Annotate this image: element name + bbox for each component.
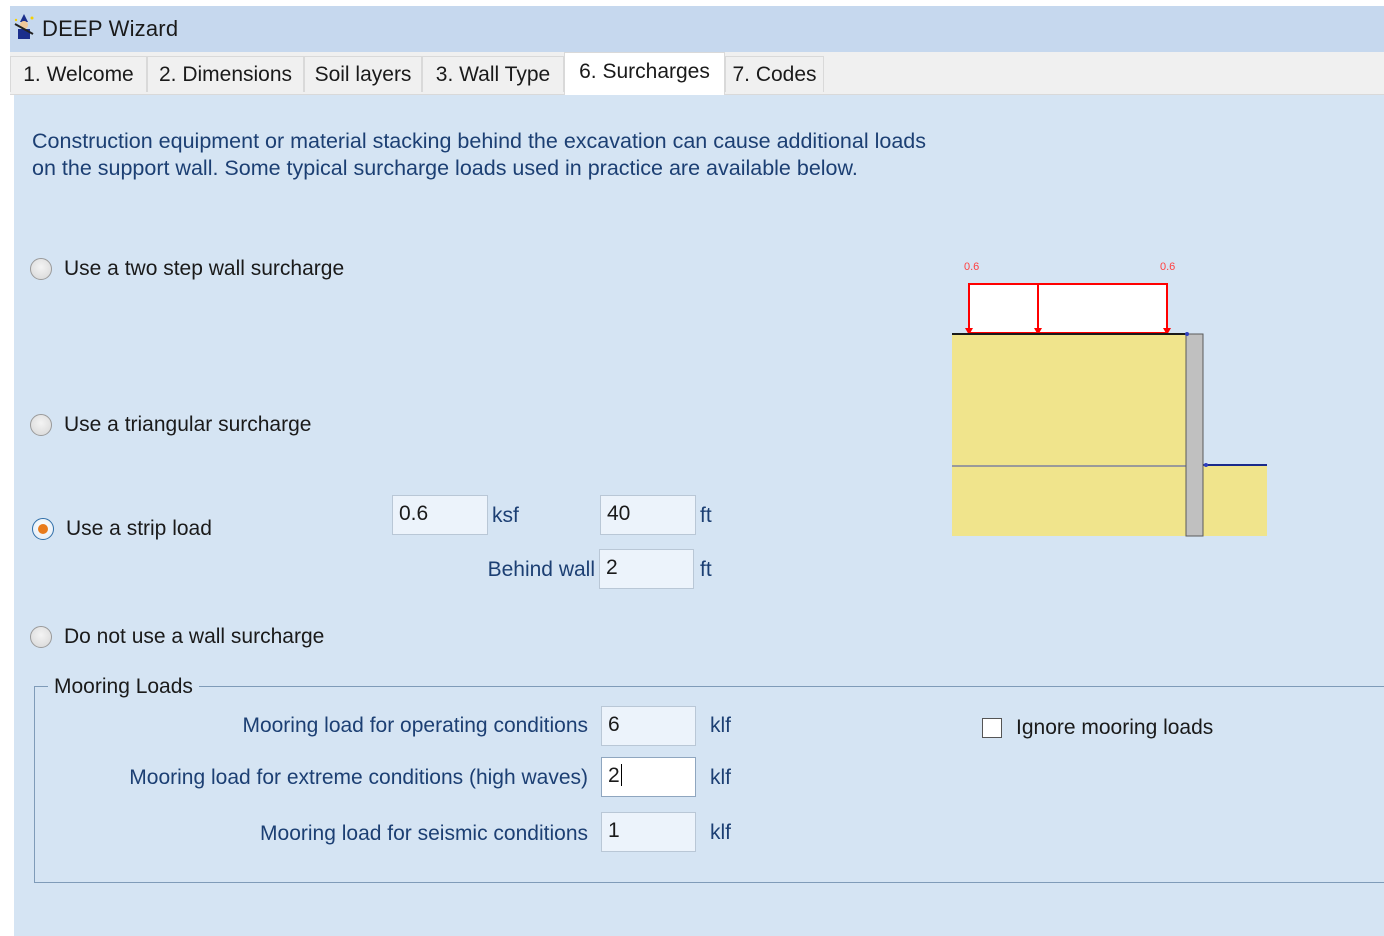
- radio-two-step-surcharge[interactable]: Use a two step wall surcharge: [30, 257, 344, 281]
- wall-node: [1185, 332, 1189, 336]
- ignore-mooring-label: Ignore mooring loads: [1016, 716, 1214, 739]
- surcharge-diagram: 0.6 0.6: [952, 261, 1267, 537]
- radio-button[interactable]: [30, 258, 52, 280]
- radio-button[interactable]: [30, 626, 52, 648]
- diagram-right-load-label: 0.6: [1160, 261, 1175, 273]
- title-bar: DEEP Wizard: [10, 6, 1384, 52]
- wizard-icon: [14, 14, 34, 39]
- intro-text: Construction equipment or material stack…: [32, 129, 926, 180]
- behind-wall-input[interactable]: 2: [599, 549, 694, 589]
- mooring-extreme-value: 2: [608, 764, 620, 787]
- tab-codes[interactable]: 7. Codes: [725, 56, 824, 92]
- strip-load-width-input[interactable]: 40: [600, 495, 696, 535]
- tab-strip: 1. Welcome 2. Dimensions Soil layers 3. …: [10, 52, 1384, 95]
- radio-button-selected[interactable]: [32, 518, 54, 540]
- tab-soil-layers[interactable]: Soil layers: [304, 56, 422, 92]
- radio-label: Use a two step wall surcharge: [64, 257, 345, 280]
- tab-welcome[interactable]: 1. Welcome: [10, 56, 147, 92]
- mooring-seismic-label: Mooring load for seismic conditions: [260, 822, 588, 845]
- radio-triangular-surcharge[interactable]: Use a triangular surcharge: [30, 413, 311, 437]
- strip-load-block: [968, 283, 1168, 334]
- ignore-mooring-checkbox-row[interactable]: Ignore mooring loads: [982, 716, 1213, 740]
- behind-wall-label: Behind wall: [487, 558, 595, 581]
- radio-strip-load[interactable]: Use a strip load: [32, 517, 212, 541]
- mooring-operating-input[interactable]: 6: [601, 706, 696, 746]
- soil-retained: [952, 334, 1187, 536]
- radio-label: Do not use a wall surcharge: [64, 625, 325, 648]
- wall-node: [1204, 463, 1208, 467]
- tab-dimensions[interactable]: 2. Dimensions: [147, 56, 304, 92]
- radio-no-surcharge[interactable]: Do not use a wall surcharge: [30, 625, 324, 649]
- ignore-mooring-checkbox[interactable]: [982, 718, 1002, 738]
- mooring-extreme-unit: klf: [710, 766, 731, 789]
- behind-wall-unit: ft: [700, 558, 712, 581]
- mooring-seismic-input[interactable]: 1: [601, 812, 696, 852]
- radio-label: Use a triangular surcharge: [64, 413, 312, 436]
- strip-load-magnitude-input[interactable]: 0.6: [392, 495, 488, 535]
- mooring-extreme-input[interactable]: 2: [601, 757, 696, 797]
- mooring-operating-unit: klf: [710, 714, 731, 737]
- mooring-seismic-unit: klf: [710, 821, 731, 844]
- mooring-operating-label: Mooring load for operating conditions: [242, 714, 588, 737]
- radio-button[interactable]: [30, 414, 52, 436]
- retaining-wall: [1185, 333, 1204, 537]
- tab-wall-type[interactable]: 3. Wall Type: [422, 56, 564, 92]
- width-unit: ft: [700, 504, 712, 527]
- radio-label: Use a strip load: [66, 517, 212, 540]
- magnitude-unit: ksf: [492, 504, 519, 527]
- diagram-left-load-label: 0.6: [964, 261, 979, 273]
- mooring-loads-title: Mooring Loads: [48, 675, 199, 699]
- tab-surcharges[interactable]: 6. Surcharges: [564, 52, 725, 95]
- soil-excavation-side: [1203, 466, 1267, 536]
- window-title: DEEP Wizard: [42, 16, 179, 41]
- mooring-extreme-label: Mooring load for extreme conditions (hig…: [129, 766, 588, 789]
- text-caret: [620, 764, 622, 786]
